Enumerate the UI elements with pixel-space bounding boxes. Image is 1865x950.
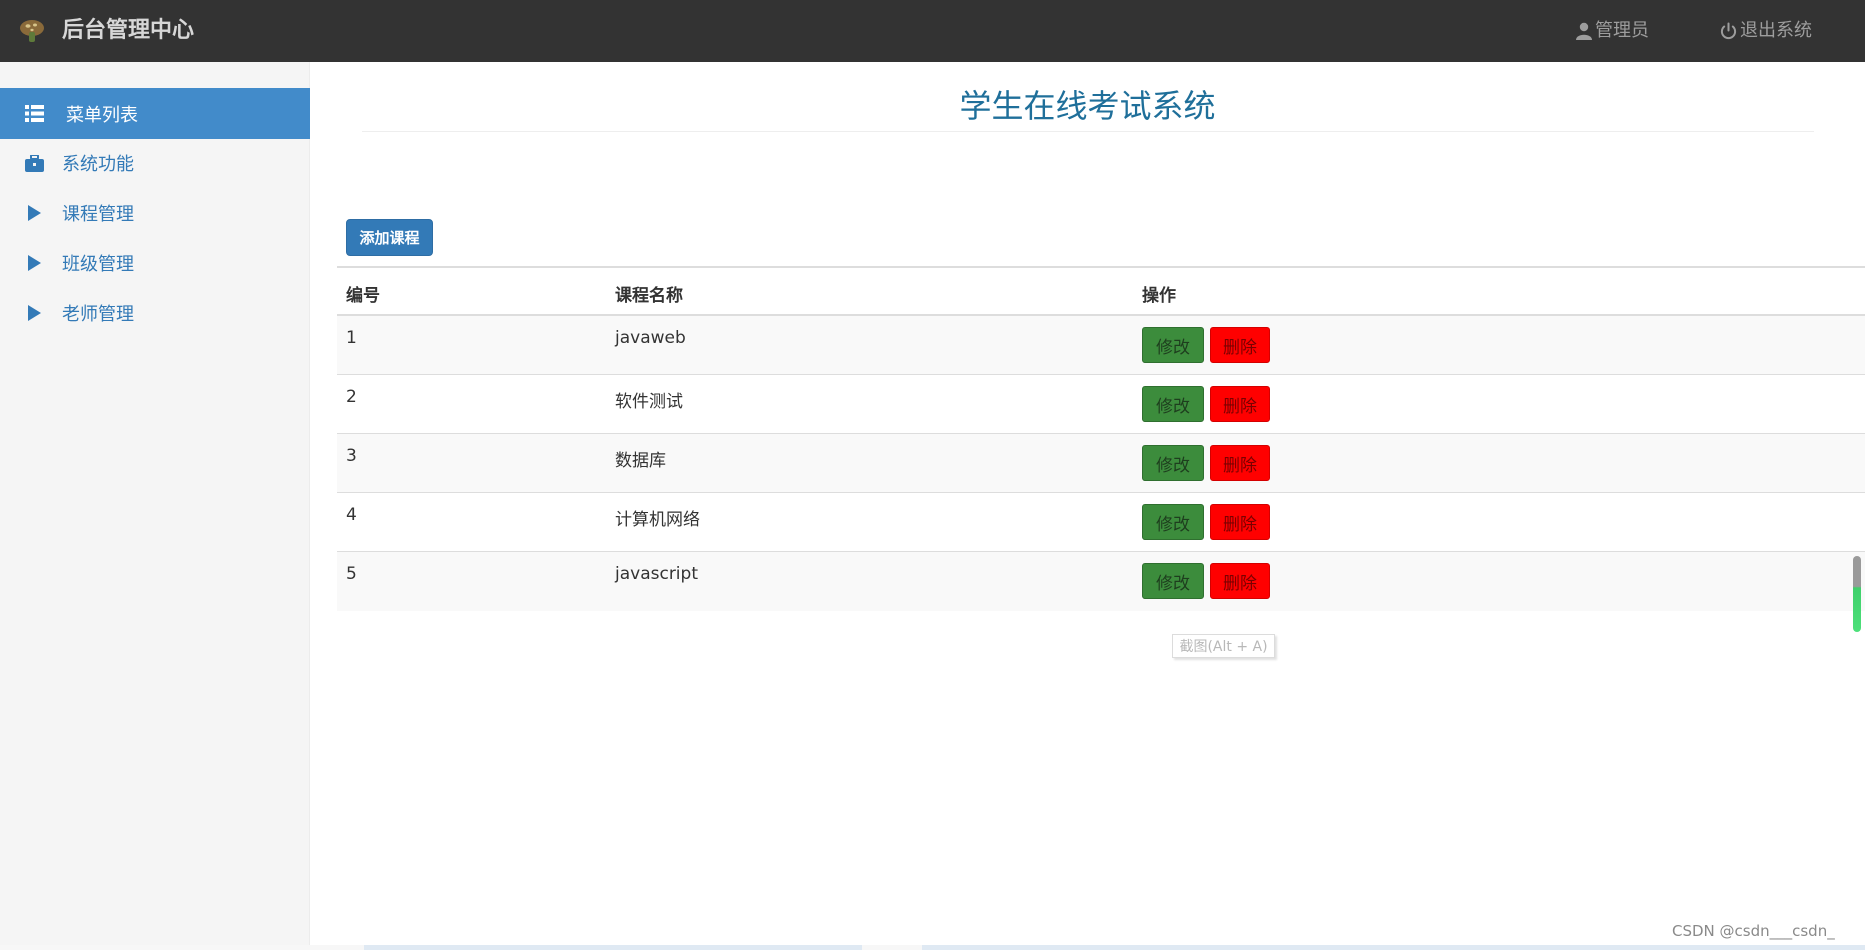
- triangle-right-icon: [24, 253, 44, 273]
- sidebar-item-system[interactable]: 系统功能: [0, 138, 310, 188]
- course-table: 编号 课程名称 操作 1 javaweb 修改 删除 2 软件测试 修改 删除 …: [337, 266, 1865, 611]
- column-header-actions: 操作: [1142, 286, 1176, 306]
- screenshot-tooltip: 截图(Alt + A): [1172, 634, 1275, 658]
- edit-button[interactable]: 修改: [1142, 327, 1204, 363]
- table-header: 编号 课程名称 操作: [337, 266, 1865, 316]
- delete-button[interactable]: 删除: [1210, 563, 1270, 599]
- delete-button[interactable]: 删除: [1210, 327, 1270, 363]
- triangle-right-icon: [24, 203, 44, 223]
- list-icon: [24, 104, 44, 124]
- delete-button[interactable]: 删除: [1210, 386, 1270, 422]
- admin-label: 管理员: [1595, 20, 1649, 41]
- column-header-id: 编号: [346, 286, 380, 306]
- cell-id: 4: [346, 505, 357, 525]
- cell-course-name: 数据库: [615, 451, 666, 471]
- column-header-name: 课程名称: [615, 286, 683, 306]
- edit-button[interactable]: 修改: [1142, 563, 1204, 599]
- table-row: 4 计算机网络 修改 删除: [337, 493, 1865, 552]
- table-row: 5 javascript 修改 删除: [337, 552, 1865, 611]
- user-icon: [1576, 22, 1592, 40]
- cell-id: 3: [346, 446, 357, 466]
- table-row: 2 软件测试 修改 删除: [337, 375, 1865, 434]
- page-title: 学生在线考试系统: [959, 87, 1216, 125]
- sidebar-item-classes[interactable]: 班级管理: [0, 238, 310, 288]
- add-course-button[interactable]: 添加课程: [346, 219, 433, 256]
- table-row: 3 数据库 修改 删除: [337, 434, 1865, 493]
- cell-id: 1: [346, 328, 357, 348]
- sidebar-item-teachers[interactable]: 老师管理: [0, 288, 310, 338]
- cell-id: 2: [346, 387, 357, 407]
- sidebar-item-label: 老师管理: [62, 304, 134, 325]
- menu-title: 菜单列表: [66, 104, 138, 126]
- mushroom-logo-icon[interactable]: [18, 17, 46, 45]
- sidebar-item-label: 课程管理: [62, 204, 134, 225]
- sidebar: 菜单列表 系统功能 课程管理 班级管理 老师管理: [0, 62, 310, 950]
- admin-link[interactable]: 管理员: [1576, 18, 1649, 44]
- cell-id: 5: [346, 564, 357, 584]
- cell-course-name: 软件测试: [615, 392, 683, 412]
- csdn-watermark: CSDN @csdn___csdn_: [1672, 922, 1835, 940]
- cell-course-name: javascript: [615, 564, 698, 584]
- logout-link[interactable]: 退出系统: [1720, 18, 1812, 44]
- sidebar-item-courses[interactable]: 课程管理: [0, 188, 310, 238]
- delete-button[interactable]: 删除: [1210, 445, 1270, 481]
- logout-label: 退出系统: [1740, 20, 1812, 41]
- edit-button[interactable]: 修改: [1142, 386, 1204, 422]
- cell-course-name: javaweb: [615, 328, 686, 348]
- sidebar-menu-header[interactable]: 菜单列表: [0, 88, 310, 139]
- brand-title[interactable]: 后台管理中心: [62, 16, 194, 46]
- sidebar-item-label: 班级管理: [62, 254, 134, 275]
- edit-button[interactable]: 修改: [1142, 504, 1204, 540]
- table-row: 1 javaweb 修改 删除: [337, 316, 1865, 375]
- delete-button[interactable]: 删除: [1210, 504, 1270, 540]
- briefcase-icon: [24, 153, 44, 173]
- triangle-right-icon: [24, 303, 44, 323]
- sidebar-item-label: 系统功能: [62, 154, 134, 175]
- power-icon: [1720, 22, 1737, 40]
- title-divider: [362, 131, 1814, 132]
- horizontal-scrollbar[interactable]: [0, 945, 1865, 950]
- cell-course-name: 计算机网络: [615, 510, 700, 530]
- scroll-indicator[interactable]: [1853, 556, 1861, 632]
- top-navbar: 后台管理中心 管理员 退出系统: [0, 0, 1865, 62]
- edit-button[interactable]: 修改: [1142, 445, 1204, 481]
